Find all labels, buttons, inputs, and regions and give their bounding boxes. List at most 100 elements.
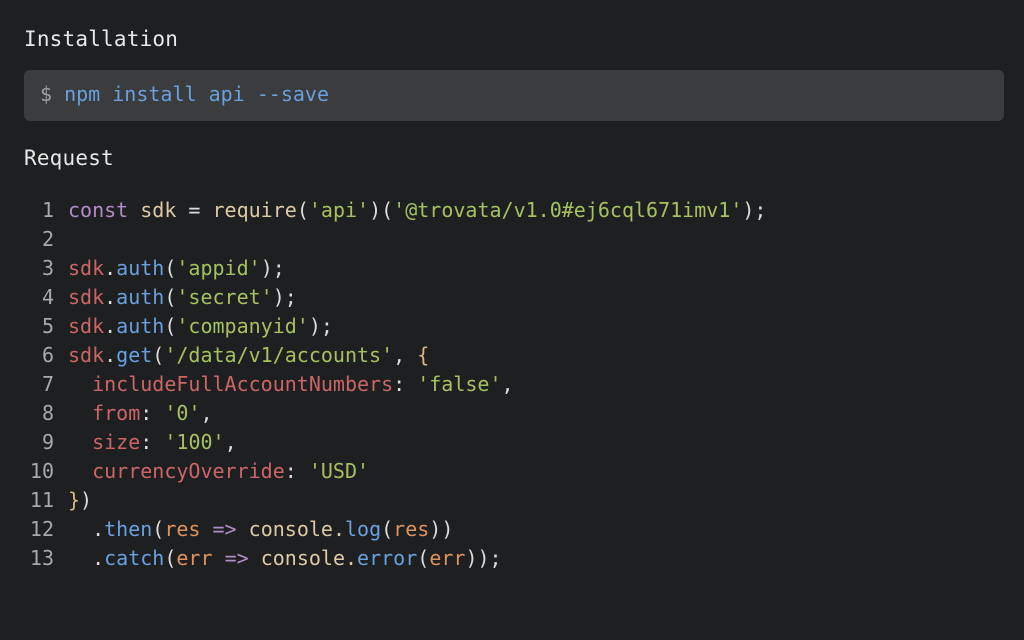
code-token: 'companyid' bbox=[176, 314, 308, 338]
code-line: sdk.get('/data/v1/accounts', { bbox=[68, 341, 766, 370]
code-token: . bbox=[345, 546, 357, 570]
code-line: }) bbox=[68, 486, 766, 515]
request-heading: Request bbox=[24, 143, 1004, 173]
line-number: 12 bbox=[24, 515, 54, 544]
code-token bbox=[68, 372, 92, 396]
code-token: : bbox=[140, 401, 152, 425]
code-token: sdk bbox=[68, 314, 104, 338]
code-token: ); bbox=[261, 256, 285, 280]
code-token: currencyOverride bbox=[92, 459, 285, 483]
code-token: sdk bbox=[68, 343, 104, 367]
code-line bbox=[68, 225, 766, 254]
code-token bbox=[200, 517, 212, 541]
code-token: ( bbox=[417, 546, 429, 570]
code-line: includeFullAccountNumbers: 'false', bbox=[68, 370, 766, 399]
code-token: 'secret' bbox=[176, 285, 272, 309]
code-line: .catch(err => console.error(err)); bbox=[68, 544, 766, 573]
code-token: get bbox=[116, 343, 152, 367]
code-token bbox=[68, 459, 92, 483]
code-token: } bbox=[68, 488, 80, 512]
code-token: err bbox=[429, 546, 465, 570]
code-token: console bbox=[261, 546, 345, 570]
code-token: )); bbox=[465, 546, 501, 570]
code-line: sdk.auth('appid'); bbox=[68, 254, 766, 283]
code-token bbox=[297, 459, 309, 483]
code-token: ( bbox=[164, 546, 176, 570]
code-token bbox=[213, 546, 225, 570]
code-token: ( bbox=[164, 256, 176, 280]
code-token bbox=[200, 198, 212, 222]
code-line: size: '100', bbox=[68, 428, 766, 457]
line-number: 4 bbox=[24, 283, 54, 312]
install-command: npm install api --save bbox=[64, 82, 329, 106]
line-number: 8 bbox=[24, 399, 54, 428]
code-token: . bbox=[104, 285, 116, 309]
code-token bbox=[249, 546, 261, 570]
code-token: sdk bbox=[68, 285, 104, 309]
code-token: then bbox=[104, 517, 152, 541]
request-code-block[interactable]: 12345678910111213 const sdk = require('a… bbox=[24, 190, 1004, 573]
code-token: )( bbox=[369, 198, 393, 222]
line-number-gutter: 12345678910111213 bbox=[24, 196, 68, 573]
code-token: require bbox=[213, 198, 297, 222]
code-token: . bbox=[68, 546, 104, 570]
code-token: includeFullAccountNumbers bbox=[92, 372, 393, 396]
code-token: , bbox=[502, 372, 514, 396]
code-token: : bbox=[285, 459, 297, 483]
code-token: catch bbox=[104, 546, 164, 570]
code-token: size bbox=[92, 430, 140, 454]
code-content: const sdk = require('api')('@trovata/v1.… bbox=[68, 196, 766, 573]
code-token: auth bbox=[116, 285, 164, 309]
code-token: '0' bbox=[164, 401, 200, 425]
code-token: 'appid' bbox=[176, 256, 260, 280]
code-token: ( bbox=[381, 517, 393, 541]
code-token: auth bbox=[116, 314, 164, 338]
code-token: . bbox=[104, 343, 116, 367]
code-token: ); bbox=[309, 314, 333, 338]
code-token: { bbox=[417, 343, 429, 367]
code-token bbox=[68, 401, 92, 425]
code-token: . bbox=[104, 314, 116, 338]
code-line: currencyOverride: 'USD' bbox=[68, 457, 766, 486]
install-command-block[interactable]: $ npm install api --save bbox=[24, 70, 1004, 121]
code-token bbox=[405, 372, 417, 396]
line-number: 7 bbox=[24, 370, 54, 399]
code-token: )) bbox=[429, 517, 453, 541]
code-token bbox=[152, 401, 164, 425]
code-token: , bbox=[393, 343, 417, 367]
code-token: res bbox=[393, 517, 429, 541]
code-token: , bbox=[200, 401, 212, 425]
code-token: 'api' bbox=[309, 198, 369, 222]
code-token: 'USD' bbox=[309, 459, 369, 483]
code-token: error bbox=[357, 546, 417, 570]
code-token: => bbox=[225, 546, 249, 570]
code-token: sdk bbox=[68, 256, 104, 280]
code-token: . bbox=[68, 517, 104, 541]
code-line: const sdk = require('api')('@trovata/v1.… bbox=[68, 196, 766, 225]
line-number: 1 bbox=[24, 196, 54, 225]
code-line: .then(res => console.log(res)) bbox=[68, 515, 766, 544]
code-token bbox=[152, 430, 164, 454]
code-token: ); bbox=[742, 198, 766, 222]
code-token: ); bbox=[273, 285, 297, 309]
code-token bbox=[237, 517, 249, 541]
line-number: 10 bbox=[24, 457, 54, 486]
code-token: '100' bbox=[164, 430, 224, 454]
line-number: 3 bbox=[24, 254, 54, 283]
code-token: sdk bbox=[140, 198, 176, 222]
code-token: => bbox=[213, 517, 237, 541]
code-token: : bbox=[140, 430, 152, 454]
code-token: ( bbox=[297, 198, 309, 222]
code-token: 'false' bbox=[417, 372, 501, 396]
code-token: . bbox=[333, 517, 345, 541]
code-token: ( bbox=[152, 343, 164, 367]
code-token: const bbox=[68, 198, 140, 222]
code-token: : bbox=[393, 372, 405, 396]
shell-prompt: $ bbox=[40, 82, 52, 106]
code-token: ) bbox=[80, 488, 92, 512]
code-line: from: '0', bbox=[68, 399, 766, 428]
code-token: ( bbox=[164, 285, 176, 309]
code-token: log bbox=[345, 517, 381, 541]
line-number: 6 bbox=[24, 341, 54, 370]
code-token: from bbox=[92, 401, 140, 425]
